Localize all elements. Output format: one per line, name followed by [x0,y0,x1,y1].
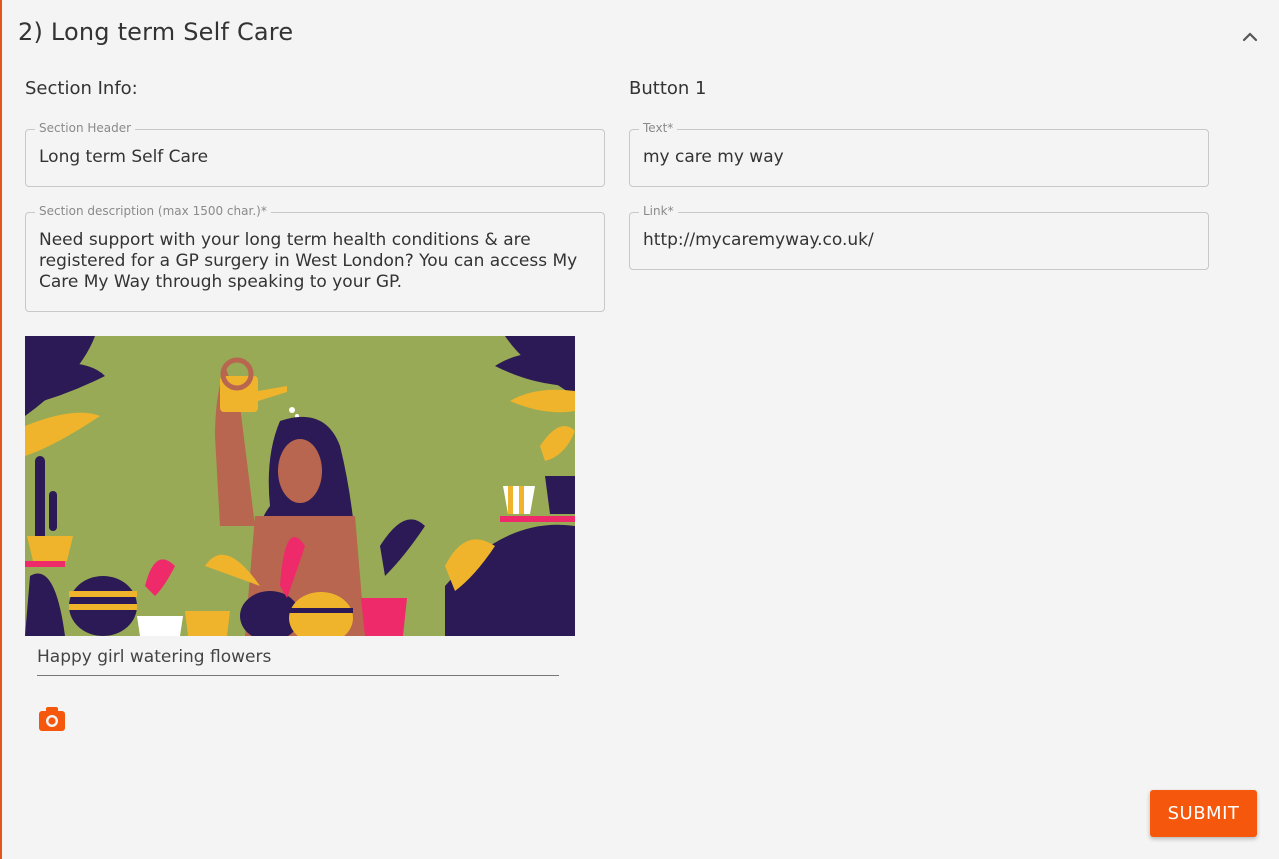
section-header-label: Section Header [35,121,136,135]
upload-image-button[interactable] [38,706,66,732]
section-info-heading: Section Info: [25,78,138,99]
collapse-button[interactable] [1238,26,1262,46]
section-header-field[interactable]: Section Header Long term Self Care [25,121,605,187]
button1-heading: Button 1 [629,78,707,99]
submit-button[interactable]: SUBMIT [1150,790,1257,837]
button-link-label: Link* [639,204,678,218]
section-description-input[interactable]: Need support with your long term health … [39,230,591,293]
section-image [25,336,575,636]
section-description-label: Section description (max 1500 char.)* [35,204,271,218]
button-text-field[interactable]: Text* my care my way [629,121,1209,187]
section-header-input[interactable]: Long term Self Care [39,147,591,168]
panel-title[interactable]: 2) Long term Self Care [18,18,293,46]
button-text-input[interactable]: my care my way [643,147,1195,168]
button-text-label: Text* [639,121,678,135]
panel-left-accent [0,0,2,859]
image-caption-field[interactable]: Happy girl watering flowers [37,643,559,676]
image-caption-input[interactable]: Happy girl watering flowers [37,647,271,667]
camera-icon [39,707,65,731]
button-link-field[interactable]: Link* http://mycaremyway.co.uk/ [629,204,1209,270]
section-description-field[interactable]: Section description (max 1500 char.)* Ne… [25,204,605,312]
button-link-input[interactable]: http://mycaremyway.co.uk/ [643,230,1195,251]
chevron-up-icon [1242,32,1258,42]
